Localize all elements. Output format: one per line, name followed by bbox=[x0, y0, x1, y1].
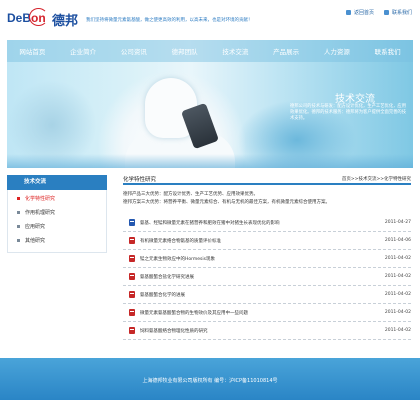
nav-hr[interactable]: 人力资源 bbox=[324, 46, 350, 56]
article-list: 氨基、羟锰和微量元素在猪营养和肥效在猪中对猪生长表现优化的影响 2011-04-2… bbox=[123, 214, 411, 340]
list-item[interactable]: 微量元素氨基酸螯合物的生物效价及其应用中一些问题 2011-04-02 bbox=[123, 304, 411, 322]
list-item[interactable]: 氨基酸螯合盐化学研究进展 2011-04-02 bbox=[123, 268, 411, 286]
pdf-icon bbox=[129, 291, 135, 298]
banner-text: 德邦公司的技术与研发：配方设计优化，生产工艺优化，应用效果优化。德邦的技术服务：… bbox=[290, 104, 407, 121]
logo-ring-icon bbox=[29, 8, 48, 26]
breadcrumb: 首页>>技术交流>>化学特性研究 bbox=[341, 177, 411, 182]
main-content: 化学特性研究 首页>>技术交流>>化学特性研究 德邦产品三大优势：配方设计优势、… bbox=[123, 175, 411, 340]
nav-news[interactable]: 公司资讯 bbox=[121, 46, 147, 56]
sidebar-item-application[interactable]: 应用研究 bbox=[8, 220, 106, 234]
nav-home[interactable]: 网站首页 bbox=[19, 46, 45, 56]
home-icon bbox=[345, 10, 351, 15]
list-item[interactable]: 氨基酸螯合化学的进展 2011-04-02 bbox=[123, 286, 411, 304]
nav-team[interactable]: 德邦团队 bbox=[172, 46, 198, 56]
sidebar-title: 技术交流 bbox=[7, 175, 107, 190]
contact-link[interactable]: 联系我们 bbox=[383, 9, 412, 16]
contact-icon bbox=[383, 10, 389, 15]
nav-products[interactable]: 产品展示 bbox=[273, 46, 299, 56]
pdf-icon bbox=[129, 255, 135, 262]
home-link[interactable]: 返回首页 bbox=[345, 9, 374, 16]
nav-tech[interactable]: 技术交流 bbox=[222, 46, 248, 56]
sidebar-list: 化学特性研究 作用机理研究 应用研究 其他研究 bbox=[7, 190, 107, 253]
site-header: DeBon 德邦 我们坚持将微量元素氨基酸，做之使更高效的利用，以高未来，也是对… bbox=[0, 0, 420, 40]
main-nav: 网站首页 企业简介 公司资讯 德邦团队 技术交流 产品展示 人力资源 联系我们 bbox=[7, 40, 413, 62]
list-item[interactable]: 有机微量元素络合物氨基的质量评价标准 2011-04-06 bbox=[123, 232, 411, 250]
content-header: 化学特性研究 首页>>技术交流>>化学特性研究 bbox=[123, 175, 411, 185]
page-title: 化学特性研究 bbox=[123, 177, 157, 183]
logo-cn-text: 德邦 bbox=[52, 14, 79, 29]
banner-title: 技术交流 bbox=[335, 94, 375, 105]
hero-banner: 网站首页 企业简介 公司资讯 德邦团队 技术交流 产品展示 人力资源 联系我们 … bbox=[7, 40, 413, 168]
sidebar-item-chemical[interactable]: 化学特性研究 bbox=[8, 192, 106, 206]
list-item[interactable]: 锰之元素生物效应中的Hormesis现象 2011-04-02 bbox=[123, 250, 411, 268]
pdf-icon bbox=[129, 309, 135, 316]
intro-line: 德邦产品三大优势：配方设计优势、生产工艺优势、应用效果优势。 bbox=[123, 192, 258, 197]
site-footer: 上海德邦牧业有限公司版权所有 编号：沪ICP备11010814号 bbox=[0, 358, 420, 400]
word-doc-icon bbox=[129, 219, 135, 226]
nav-about[interactable]: 企业简介 bbox=[70, 46, 96, 56]
header-slogan: 我们坚持将微量元素氨基酸，做之使更高效的利用，以高未来，也是对环境的贡献！ bbox=[86, 18, 253, 23]
top-links: 返回首页 联系我们 bbox=[345, 9, 412, 16]
footer-copyright: 上海德邦牧业有限公司版权所有 编号：沪ICP备11010814号 bbox=[142, 378, 278, 384]
pdf-icon bbox=[129, 327, 135, 334]
pdf-icon bbox=[129, 237, 135, 244]
list-item[interactable]: 饲料氨基酸络合物理化性质的研究 2011-04-02 bbox=[123, 322, 411, 340]
intro-line: 德邦方案三大优势：将营养平衡、微量元素综合、有机与无机的最佳方案，有机微量元素综… bbox=[123, 200, 330, 205]
pdf-icon bbox=[129, 273, 135, 280]
sidebar-item-other[interactable]: 其他研究 bbox=[8, 234, 106, 248]
nav-contact[interactable]: 联系我们 bbox=[375, 46, 401, 56]
intro-text: 德邦产品三大优势：配方设计优势、生产工艺优势、应用效果优势。 德邦方案三大优势：… bbox=[123, 191, 411, 207]
list-item[interactable]: 氨基、羟锰和微量元素在猪营养和肥效在猪中对猪生长表现优化的影响 2011-04-2… bbox=[123, 214, 411, 232]
sidebar: 技术交流 化学特性研究 作用机理研究 应用研究 其他研究 bbox=[7, 175, 107, 253]
sidebar-item-mechanism[interactable]: 作用机理研究 bbox=[8, 206, 106, 220]
